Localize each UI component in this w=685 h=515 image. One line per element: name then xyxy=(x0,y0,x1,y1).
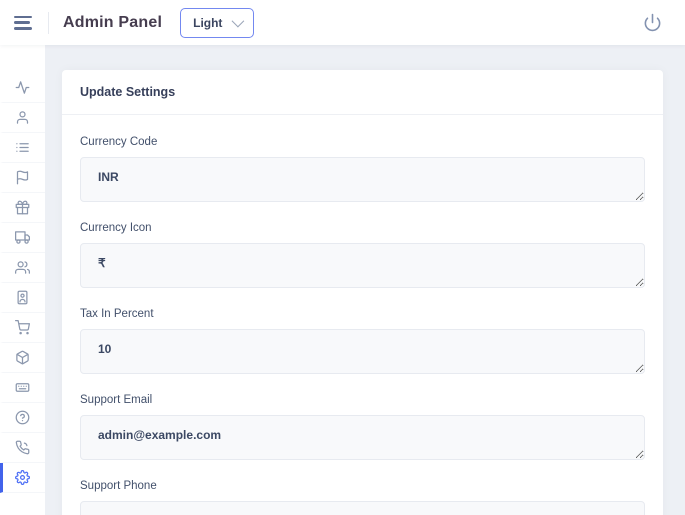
list-icon xyxy=(15,140,30,155)
sidebar-item-user[interactable] xyxy=(0,103,45,133)
help-circle-icon xyxy=(15,410,30,425)
sidebar-item-person-badge[interactable] xyxy=(0,283,45,313)
activity-icon xyxy=(15,80,30,95)
currency-code-textarea[interactable]: INR xyxy=(80,157,645,202)
currency-icon-label: Currency Icon xyxy=(80,222,645,234)
field-group-currency-icon: Currency Icon ₹ xyxy=(80,222,645,288)
settings-icon xyxy=(15,470,30,485)
currency-icon-textarea[interactable]: ₹ xyxy=(80,243,645,288)
header-divider xyxy=(48,12,49,34)
field-group-currency-code: Currency Code INR xyxy=(80,136,645,202)
keyboard-icon xyxy=(15,380,30,395)
sidebar-item-cart[interactable] xyxy=(0,313,45,343)
support-email-textarea[interactable]: admin@example.com xyxy=(80,415,645,460)
support-phone-label: Support Phone xyxy=(80,480,645,492)
sidebar-item-users[interactable] xyxy=(0,253,45,283)
chevron-down-icon xyxy=(232,15,245,28)
settings-card: Update Settings Currency CodeINRCurrency… xyxy=(62,70,663,515)
main-content: Update Settings Currency CodeINRCurrency… xyxy=(45,45,685,515)
sidebar xyxy=(0,45,45,515)
tax-in-percent-label: Tax In Percent xyxy=(80,308,645,320)
truck-icon xyxy=(15,230,30,245)
field-group-support-phone: Support Phone 8181818118 xyxy=(80,480,645,515)
user-icon xyxy=(15,110,30,125)
gift-icon xyxy=(15,200,30,215)
support-phone-textarea[interactable]: 8181818118 xyxy=(80,501,645,515)
card-title: Update Settings xyxy=(62,70,663,115)
sidebar-item-activity[interactable] xyxy=(0,73,45,103)
currency-code-label: Currency Code xyxy=(80,136,645,148)
cart-icon xyxy=(15,320,30,335)
sidebar-item-package[interactable] xyxy=(0,343,45,373)
person-badge-icon xyxy=(15,290,30,305)
support-email-label: Support Email xyxy=(80,394,645,406)
sidebar-item-gift[interactable] xyxy=(0,193,45,223)
top-header: Admin Panel Light xyxy=(0,0,685,45)
field-group-support-email: Support Email admin@example.com xyxy=(80,394,645,460)
flag-icon xyxy=(15,170,30,185)
sidebar-item-flag[interactable] xyxy=(0,163,45,193)
sidebar-item-list[interactable] xyxy=(0,133,45,163)
field-group-tax-in-percent: Tax In Percent 10 xyxy=(80,308,645,374)
hamburger-icon[interactable] xyxy=(14,14,36,32)
theme-select-value: Light xyxy=(193,16,222,30)
power-icon xyxy=(643,13,662,32)
settings-form: Currency Code INR Currency Icon ₹ Tax In Per… xyxy=(62,115,663,515)
tax-in-percent-textarea[interactable]: 10 xyxy=(80,329,645,374)
sidebar-item-keyboard[interactable] xyxy=(0,373,45,403)
sidebar-item-settings[interactable] xyxy=(0,463,45,493)
sidebar-item-truck[interactable] xyxy=(0,223,45,253)
power-button[interactable] xyxy=(639,10,665,36)
users-icon xyxy=(15,260,30,275)
sidebar-item-help-circle[interactable] xyxy=(0,403,45,433)
phone-call-icon xyxy=(15,440,30,455)
app-title: Admin Panel xyxy=(63,14,162,32)
theme-select[interactable]: Light xyxy=(180,8,254,38)
sidebar-item-phone-call[interactable] xyxy=(0,433,45,463)
package-icon xyxy=(15,350,30,365)
